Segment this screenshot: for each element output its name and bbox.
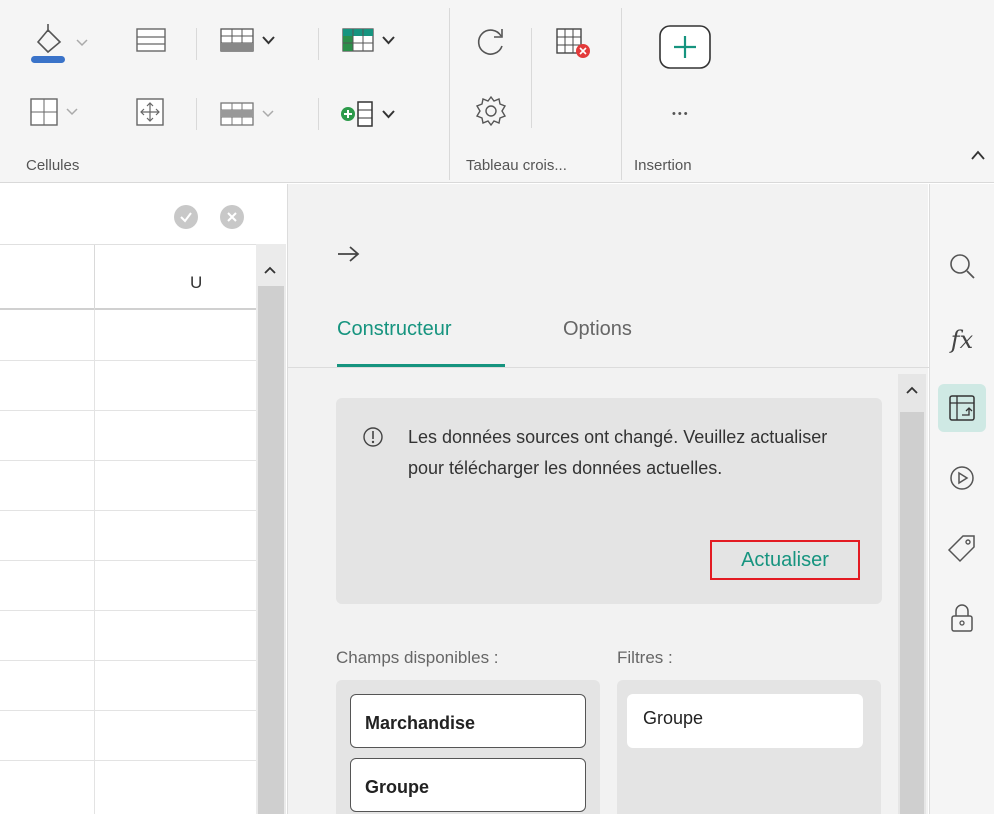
pivot-table-panel: Constructeur Options Les données sources…	[287, 184, 929, 814]
colored-table-icon	[342, 28, 374, 52]
table-delete-icon	[556, 28, 592, 60]
chevron-down-icon[interactable]	[382, 35, 395, 45]
table-format-button[interactable]	[342, 28, 395, 52]
gear-icon	[474, 94, 508, 128]
column-letter: U	[190, 273, 203, 292]
spreadsheet-grid[interactable]: U	[0, 244, 256, 814]
refresh-icon	[472, 24, 508, 60]
scroll-up-icon[interactable]	[905, 382, 919, 400]
insert-button[interactable]	[658, 24, 712, 70]
lock-icon[interactable]	[938, 594, 986, 642]
move-arrows-icon	[136, 98, 164, 126]
tab-options[interactable]: Options	[563, 318, 632, 341]
merge-cells-button[interactable]	[136, 98, 164, 126]
group-label-cells: Cellules	[26, 157, 80, 174]
fill-bucket-icon	[28, 22, 68, 64]
delete-pivot-button[interactable]	[556, 28, 592, 60]
panel-vertical-scrollbar[interactable]	[898, 374, 926, 814]
plus-icon	[658, 24, 712, 70]
chevron-down-icon[interactable]	[262, 110, 274, 118]
field-item[interactable]: Marchandise	[350, 694, 586, 748]
available-fields-label: Champs disponibles :	[336, 648, 499, 667]
delete-cells-button[interactable]	[220, 102, 274, 126]
info-icon	[362, 426, 384, 453]
chevron-down-icon[interactable]	[66, 108, 78, 116]
tab-constructor[interactable]: Constructeur	[337, 318, 452, 341]
chevron-down-icon[interactable]	[76, 39, 88, 47]
group-label-pivot: Tableau crois...	[466, 157, 567, 174]
available-fields-list: Marchandise Groupe	[336, 680, 600, 814]
sheet-vertical-scrollbar[interactable]	[256, 244, 286, 814]
pivot-table-icon[interactable]	[938, 384, 986, 432]
grid-insert-icon	[220, 28, 254, 52]
filters-drop-zone[interactable]: Groupe	[617, 680, 881, 814]
refresh-button[interactable]: Actualiser	[710, 540, 860, 580]
right-sidebar: fx	[929, 184, 994, 814]
cell-style-button[interactable]	[136, 28, 166, 52]
chevron-down-icon[interactable]	[382, 109, 395, 119]
fill-color-button[interactable]	[28, 22, 88, 64]
table-rows-icon	[136, 28, 166, 52]
column-header[interactable]: U	[0, 244, 256, 311]
borders-icon	[30, 98, 58, 126]
refresh-pivot-button[interactable]	[472, 24, 508, 60]
add-column-button[interactable]	[340, 100, 395, 128]
play-icon[interactable]	[938, 454, 986, 502]
collapse-ribbon-icon[interactable]	[970, 148, 986, 166]
notice-text: Les données sources ont changé. Veuillez…	[408, 427, 828, 478]
search-icon[interactable]	[938, 242, 986, 290]
group-label-insert: Insertion	[634, 157, 692, 174]
add-column-icon	[340, 100, 374, 128]
ribbon: Cellules Tableau crois... ••• Insertion	[0, 0, 994, 183]
source-changed-notice: Les données sources ont changé. Veuillez…	[336, 398, 882, 604]
field-item[interactable]: Groupe	[350, 758, 586, 812]
tag-icon[interactable]	[938, 524, 986, 572]
filters-label: Filtres :	[617, 648, 673, 667]
cancel-icon[interactable]	[220, 205, 244, 229]
grid-delete-icon	[220, 102, 254, 126]
arrow-right-icon[interactable]	[336, 244, 362, 269]
borders-button[interactable]	[30, 98, 78, 126]
filter-item[interactable]: Groupe	[627, 694, 863, 748]
more-options-button[interactable]: •••	[672, 108, 690, 120]
confirm-icon[interactable]	[174, 205, 198, 229]
pivot-settings-button[interactable]	[474, 94, 508, 128]
insert-cells-button[interactable]	[220, 28, 275, 52]
chevron-down-icon[interactable]	[262, 35, 275, 45]
function-icon[interactable]: fx	[938, 316, 986, 364]
scroll-up-icon[interactable]	[263, 262, 277, 280]
